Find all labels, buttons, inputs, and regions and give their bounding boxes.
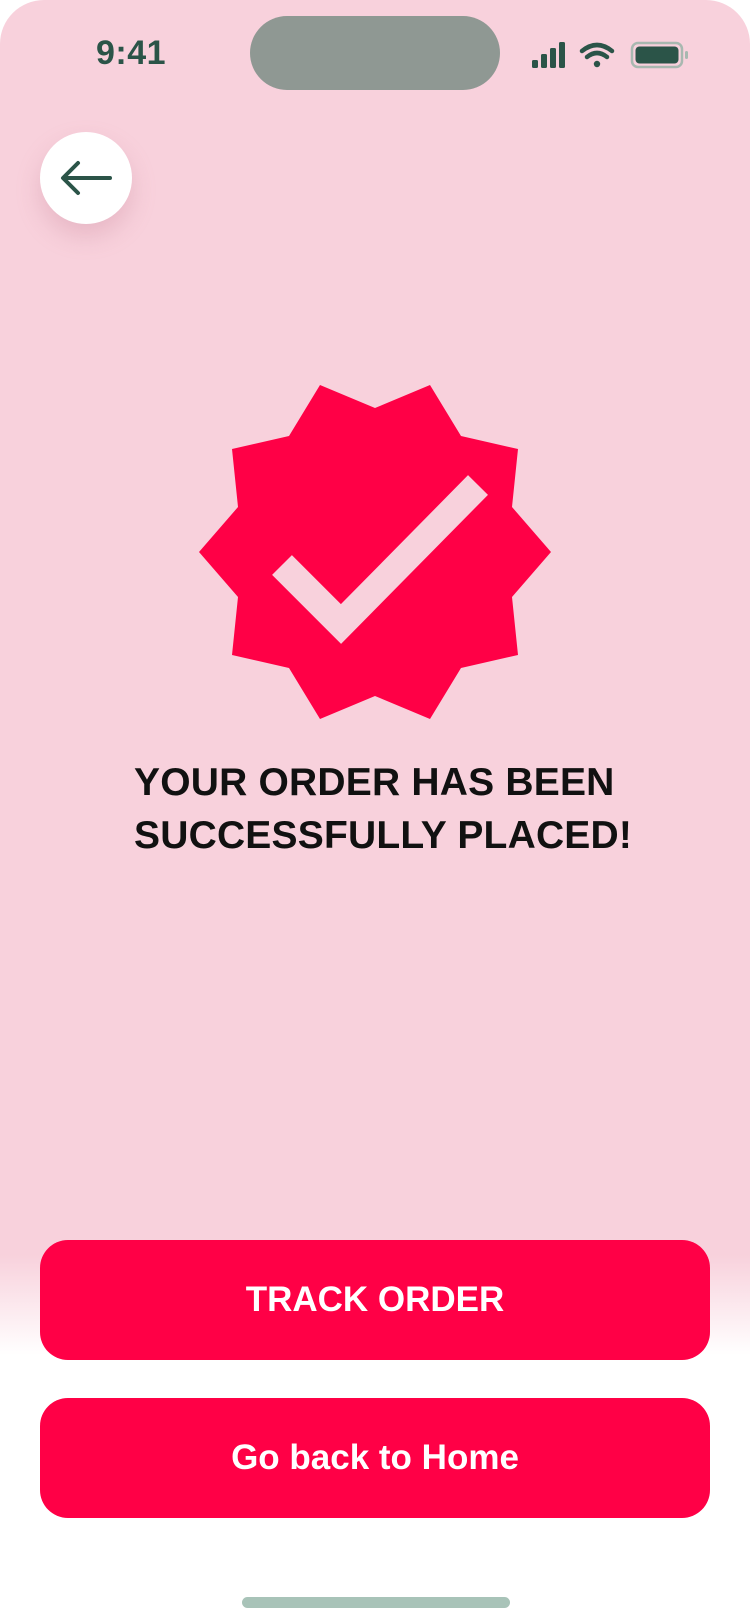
track-order-button[interactable]: TRACK ORDER — [40, 1240, 710, 1360]
order-success-screen: 9:41 YOUR ORDER HAS BEEN SUCCESSFULLY PL… — [0, 0, 750, 1624]
home-indicator[interactable] — [242, 1597, 510, 1608]
signal-icon — [532, 42, 565, 68]
dynamic-island — [250, 16, 500, 90]
wifi-icon — [579, 42, 615, 68]
status-time: 9:41 — [96, 34, 167, 72]
success-title: YOUR ORDER HAS BEEN SUCCESSFULLY PLACED! — [134, 756, 674, 862]
verified-badge-check-icon — [199, 385, 551, 719]
success-title-line-1: YOUR ORDER HAS BEEN — [134, 761, 615, 804]
battery-icon — [630, 41, 688, 69]
go-home-button[interactable]: Go back to Home — [40, 1398, 710, 1518]
back-button[interactable] — [40, 132, 132, 224]
success-title-line-2: SUCCESSFULLY PLACED! — [134, 814, 633, 857]
arrow-left-icon — [61, 161, 112, 195]
status-icons — [532, 40, 692, 70]
